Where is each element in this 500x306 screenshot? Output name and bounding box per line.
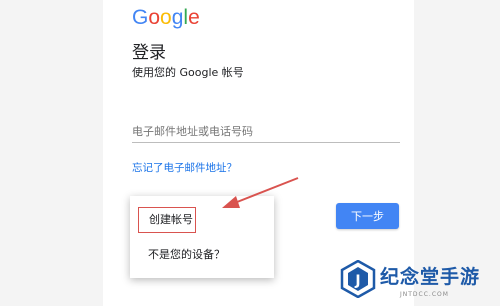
email-field[interactable]: [132, 121, 400, 142]
brand-logo-icon: J: [340, 260, 376, 298]
logo-letter: o: [148, 6, 161, 29]
logo-letter: g: [171, 6, 184, 29]
page-subtitle: 使用您的 Google 帐号: [132, 66, 244, 79]
brand-text: 纪念堂手游: [380, 266, 481, 288]
next-button[interactable]: 下一步: [336, 203, 399, 229]
watermark: J 纪念堂手游 JNTDCC.COM: [340, 258, 500, 306]
email-field-wrapper: [132, 120, 400, 143]
brand-icon-letter: J: [354, 273, 360, 289]
google-logo: Google: [132, 6, 200, 30]
logo-letter: e: [188, 6, 200, 29]
page-title: 登录: [132, 43, 166, 63]
not-your-device-menu-item[interactable]: 不是您的设备？: [148, 246, 225, 262]
create-account-menu-item[interactable]: 创建帐号: [138, 207, 196, 233]
brand-url: JNTDCC.COM: [400, 291, 449, 298]
forgot-email-link[interactable]: 忘记了电子邮件地址？: [132, 160, 237, 175]
more-options-menu: 创建帐号 不是您的设备？: [130, 196, 274, 278]
logo-letter: o: [160, 6, 172, 29]
logo-letter: G: [132, 6, 149, 29]
